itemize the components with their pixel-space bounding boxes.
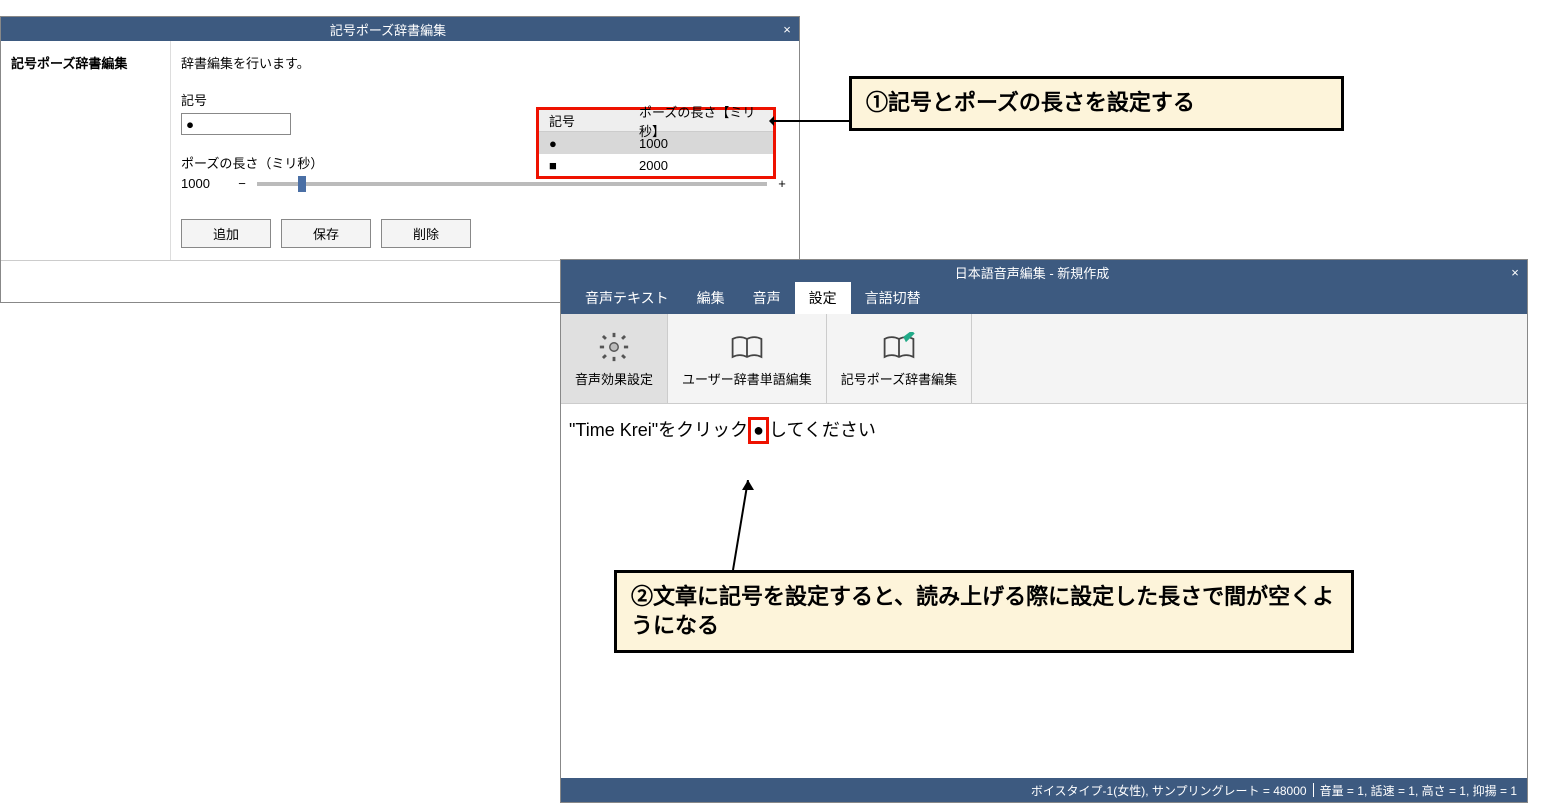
pause-dict-button[interactable]: 記号ポーズ辞書編集 <box>827 314 972 403</box>
col-symbol: 記号 <box>539 111 629 130</box>
table-header-row: 記号 ポーズの長さ【ミリ秒】 <box>539 110 773 132</box>
table-row[interactable]: ● 1000 <box>539 132 773 154</box>
col-length: ポーズの長さ【ミリ秒】 <box>629 102 773 140</box>
save-button[interactable]: 保存 <box>281 219 371 248</box>
dialog1-sidebar-label: 記号ポーズ辞書編集 <box>1 41 171 260</box>
text-before: "Time Krei"をクリック <box>569 420 748 440</box>
close-icon[interactable]: × <box>775 22 799 37</box>
dialog1-description: 辞書編集を行います。 <box>181 53 789 72</box>
user-dict-button[interactable]: ユーザー辞書単語編集 <box>668 314 827 403</box>
tab-edit[interactable]: 編集 <box>683 282 739 314</box>
pause-symbol-marker: ● <box>748 417 769 444</box>
pausedict-label: 記号ポーズ辞書編集 <box>841 369 957 388</box>
dialog2-menubar: 音声テキスト 編集 音声 設定 言語切替 <box>561 284 1527 314</box>
arrow-annotation-2 <box>748 485 750 575</box>
symbol-table: 記号 ポーズの長さ【ミリ秒】 ● 1000 ■ 2000 <box>536 107 776 179</box>
minus-icon[interactable]: − <box>235 176 249 191</box>
effect-label: 音声効果設定 <box>575 369 653 388</box>
text-after: してください <box>769 420 876 440</box>
symbol-input[interactable] <box>181 113 291 135</box>
add-button[interactable]: 追加 <box>181 219 271 248</box>
status-params: 音量 = 1, 話速 = 1, 高さ = 1, 抑揚 = 1 <box>1320 782 1517 799</box>
status-bar: ボイスタイプ-1(女性), サンプリングレート = 48000 音量 = 1, … <box>561 778 1527 802</box>
status-voice: ボイスタイプ-1(女性), サンプリングレート = 48000 <box>1031 782 1307 799</box>
annotation-1: ①記号とポーズの長さを設定する <box>849 76 1344 131</box>
tab-audio[interactable]: 音声 <box>739 282 795 314</box>
effect-settings-button[interactable]: 音声効果設定 <box>561 314 668 403</box>
slider-thumb[interactable] <box>298 176 306 192</box>
book-edit-icon <box>881 329 917 365</box>
length-value: 1000 <box>181 176 227 191</box>
dialog1-title: 記号ポーズ辞書編集 <box>1 20 775 39</box>
gear-icon <box>596 329 632 365</box>
arrow-annotation-1 <box>772 120 852 122</box>
book-icon <box>729 329 765 365</box>
voice-edit-dialog: 日本語音声編集 - 新規作成 × 音声テキスト 編集 音声 設定 言語切替 音声… <box>560 259 1528 803</box>
delete-button[interactable]: 削除 <box>381 219 471 248</box>
dialog2-titlebar[interactable]: 日本語音声編集 - 新規作成 × <box>561 260 1527 284</box>
tab-settings[interactable]: 設定 <box>795 282 851 314</box>
dialog2-toolbar: 音声効果設定 ユーザー辞書単語編集 記号ポーズ辞書編集 <box>561 314 1527 404</box>
userdict-label: ユーザー辞書単語編集 <box>682 369 812 388</box>
tab-audio-text[interactable]: 音声テキスト <box>571 282 683 314</box>
close-icon[interactable]: × <box>1503 265 1527 280</box>
dialog1-titlebar[interactable]: 記号ポーズ辞書編集 × <box>1 17 799 41</box>
dialog2-title: 日本語音声編集 - 新規作成 <box>561 263 1503 282</box>
annotation-2: ②文章に記号を設定すると、読み上げる際に設定した長さで間が空くようになる <box>614 570 1354 653</box>
plus-icon[interactable]: + <box>775 176 789 191</box>
slider-track[interactable] <box>257 182 767 186</box>
table-row[interactable]: ■ 2000 <box>539 154 773 176</box>
tab-language[interactable]: 言語切替 <box>851 282 935 314</box>
